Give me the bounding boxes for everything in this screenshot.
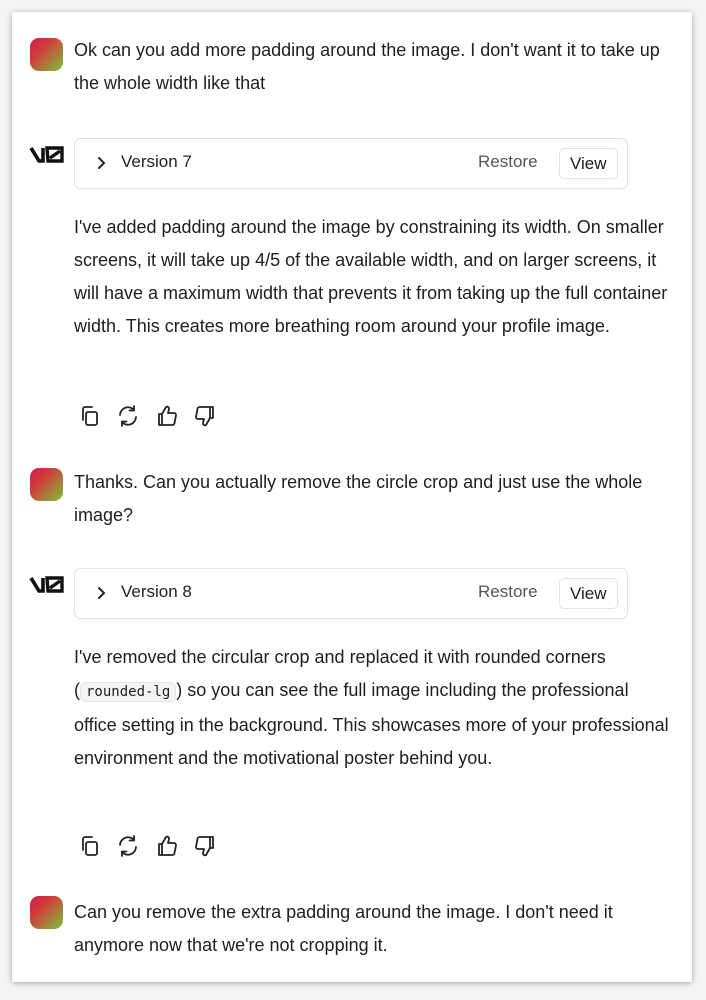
user-message-text: Can you remove the extra padding around … [74,902,613,955]
chevron-right-icon[interactable] [93,155,109,171]
thumbs-up-icon[interactable] [155,834,179,858]
copy-icon[interactable] [78,834,102,858]
user-avatar [30,896,63,929]
view-button[interactable]: View [559,578,618,609]
v0-logo [29,576,64,593]
version-card[interactable]: Version 7 Restore View [74,138,628,189]
v0-logo [29,146,64,163]
chevron-right-icon[interactable] [93,585,109,601]
version-label: Version 8 [121,582,192,601]
inline-code: rounded-lg [80,682,177,702]
restore-button[interactable]: Restore [478,152,538,172]
thumbs-down-icon[interactable] [193,404,217,428]
user-avatar [30,38,63,71]
user-message-text: Thanks. Can you actually remove the circ… [74,472,643,525]
user-message-text: Ok can you add more padding around the i… [74,40,660,93]
chat-panel: Ok can you add more padding around the i… [12,12,692,982]
version-label: Version 7 [121,152,192,171]
refresh-icon[interactable] [116,404,140,428]
assistant-message-text: I've removed the circular crop and repla… [74,641,674,775]
restore-button[interactable]: Restore [478,582,538,602]
copy-icon[interactable] [78,404,102,428]
user-avatar [30,468,63,501]
version-card[interactable]: Version 8 Restore View [74,568,628,619]
view-button[interactable]: View [559,148,618,179]
assistant-message-text: I've added padding around the image by c… [74,217,668,336]
thumbs-up-icon[interactable] [155,404,179,428]
refresh-icon[interactable] [116,834,140,858]
thumbs-down-icon[interactable] [193,834,217,858]
